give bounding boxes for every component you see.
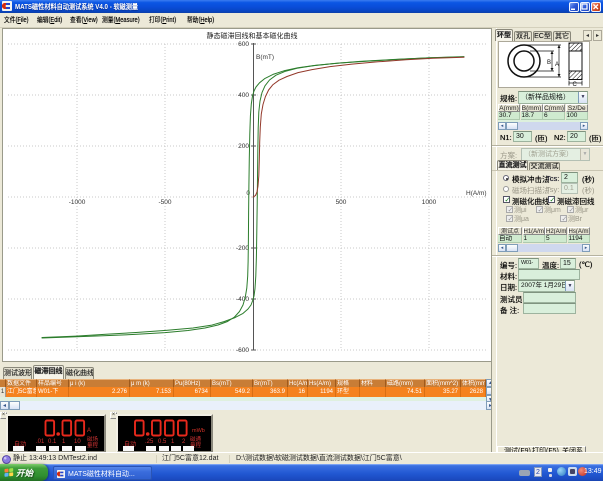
svg-text:600: 600 <box>238 41 249 48</box>
svg-text:B(mT): B(mT) <box>256 54 274 61</box>
svg-text:-600: -600 <box>236 347 249 354</box>
svg-text:C: C <box>573 82 578 87</box>
svg-text:200: 200 <box>238 143 249 150</box>
svg-text:-500: -500 <box>158 199 171 206</box>
svg-text:1000: 1000 <box>422 199 437 206</box>
svg-text:B: B <box>547 60 551 66</box>
svg-text:A: A <box>555 62 559 68</box>
svg-text:H(A/m): H(A/m) <box>466 190 487 197</box>
svg-text:-1000: -1000 <box>69 199 86 206</box>
svg-text:500: 500 <box>336 199 347 206</box>
svg-text:-400: -400 <box>236 296 249 303</box>
svg-text:静态磁滞回线和基本磁化曲线: 静态磁滞回线和基本磁化曲线 <box>207 31 298 40</box>
svg-text:-200: -200 <box>236 245 249 252</box>
svg-text:400: 400 <box>238 92 249 99</box>
